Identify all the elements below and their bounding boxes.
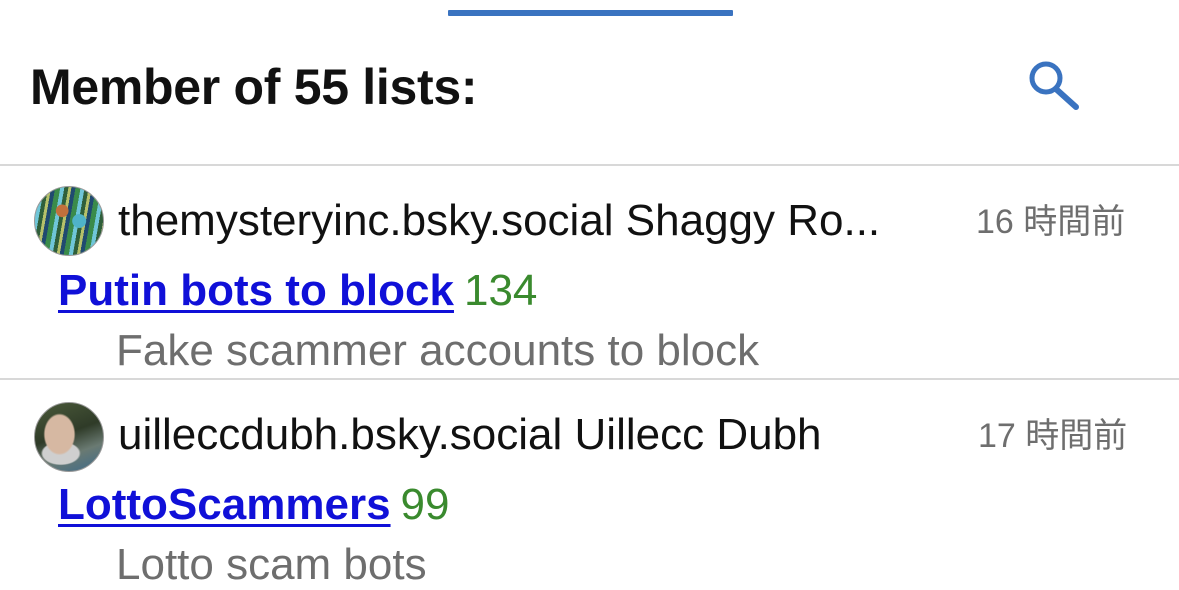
member-count: 99: [400, 480, 450, 529]
list-title-row: LottoScammers 99: [58, 480, 450, 530]
list-title-row: Putin bots to block 134: [58, 266, 537, 316]
timestamp: 17 時間前: [978, 417, 1128, 455]
header-divider: [0, 164, 1179, 166]
list-description: Lotto scam bots: [116, 540, 427, 589]
search-button[interactable]: [1024, 56, 1088, 114]
list-link[interactable]: LottoScammers: [58, 480, 391, 529]
page-title: Member of 55 lists:: [30, 59, 478, 115]
account-name[interactable]: themysteryinc.bsky.social Shaggy Ro...: [118, 196, 880, 246]
list-divider: [0, 378, 1179, 380]
active-tab-indicator: [448, 10, 733, 16]
timestamp: 16 時間前: [976, 203, 1126, 241]
member-count: 134: [463, 266, 538, 315]
account-name[interactable]: uilleccdubh.bsky.social Uillecc Dubh: [118, 410, 822, 460]
avatar[interactable]: [34, 402, 104, 472]
search-icon: [1029, 61, 1079, 110]
avatar[interactable]: [34, 186, 104, 256]
list-description: Fake scammer accounts to block: [116, 326, 760, 375]
list-link[interactable]: Putin bots to block: [58, 266, 454, 315]
